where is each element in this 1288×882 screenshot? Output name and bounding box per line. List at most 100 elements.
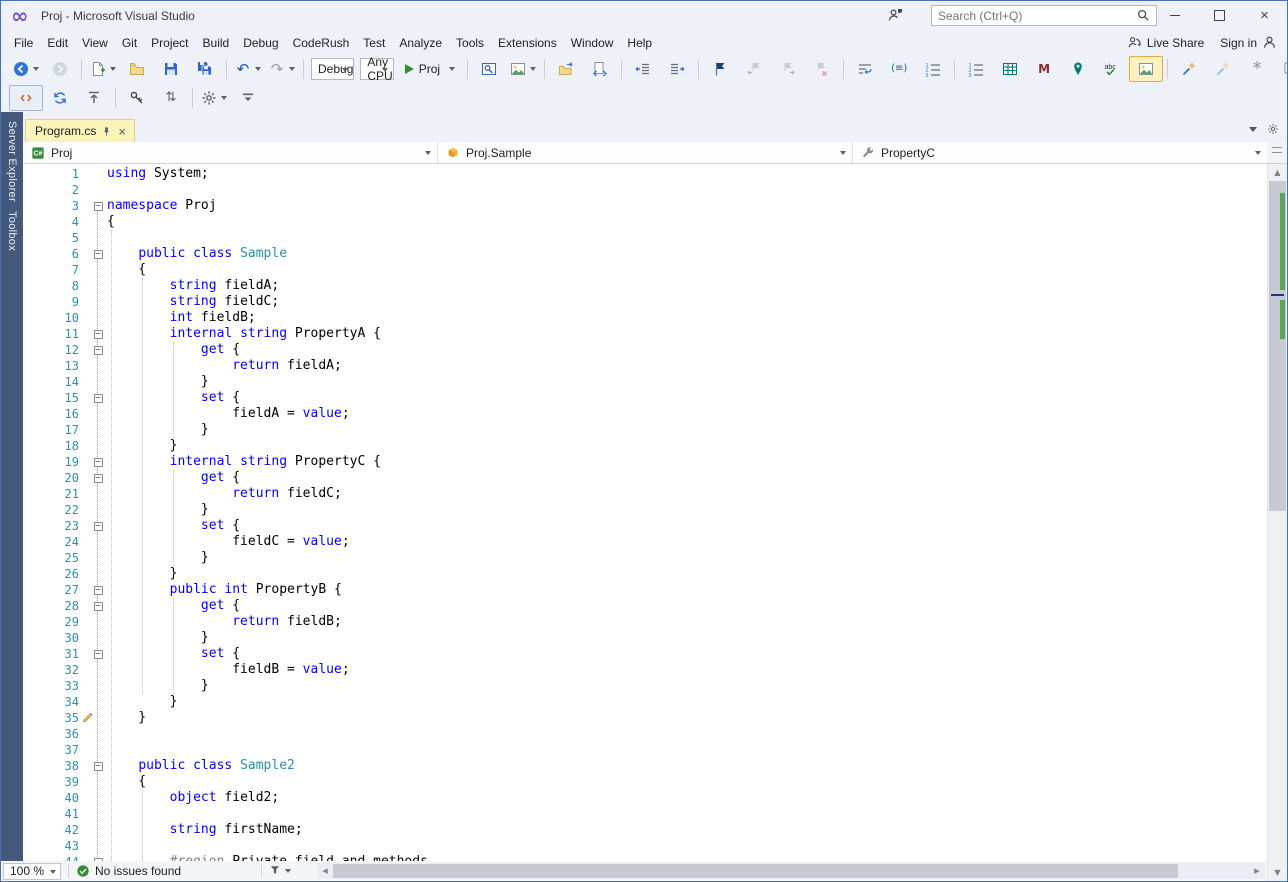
sync-with-active-document-icon[interactable] <box>583 56 617 82</box>
code-line-24[interactable]: 24 fieldC = value; <box>23 534 1267 550</box>
code-line-41[interactable]: 41 <box>23 806 1267 822</box>
scroll-up-icon[interactable]: ▲ <box>1268 164 1287 181</box>
code-line-17[interactable]: 17 } <box>23 422 1267 438</box>
zoom-control[interactable]: 100 % <box>3 862 61 880</box>
indent-increase-icon[interactable] <box>660 56 694 82</box>
menu-window[interactable]: Window <box>564 33 621 53</box>
code-line-43[interactable]: 43 <box>23 838 1267 854</box>
menu-view[interactable]: View <box>75 33 115 53</box>
navigate-backward-icon[interactable] <box>9 56 43 82</box>
minimize-button[interactable] <box>1152 1 1197 30</box>
chevron-down-icon[interactable] <box>1249 126 1257 132</box>
spell-check-icon[interactable]: abc <box>1095 56 1129 82</box>
code-fix-icon[interactable] <box>1206 56 1240 82</box>
menu-edit[interactable]: Edit <box>40 33 75 53</box>
editor-splitter-handle[interactable] <box>1267 142 1287 164</box>
open-file-icon[interactable] <box>120 56 154 82</box>
issues-filter-dropdown[interactable] <box>269 864 292 879</box>
fold-toggle-icon[interactable]: − <box>93 761 103 771</box>
next-bookmark-icon[interactable] <box>771 56 805 82</box>
code-line-32[interactable]: 32 fieldB = value; <box>23 662 1267 678</box>
undo-icon[interactable]: ↶ <box>231 56 265 82</box>
previous-bookmark-icon[interactable] <box>737 56 771 82</box>
menu-analyze[interactable]: Analyze <box>392 33 449 53</box>
code-line-1[interactable]: 1 using System; <box>23 166 1267 182</box>
code-line-30[interactable]: 30 } <box>23 630 1267 646</box>
word-wrap-icon[interactable] <box>848 56 882 82</box>
code-line-31[interactable]: 31 − set { <box>23 646 1267 662</box>
fold-toggle-icon[interactable]: − <box>93 601 103 611</box>
clear-bookmarks-icon[interactable] <box>805 56 839 82</box>
save-icon[interactable] <box>154 56 188 82</box>
find-in-files-icon[interactable] <box>472 56 506 82</box>
menu-debug[interactable]: Debug <box>236 33 285 53</box>
toggle-bookmark-icon[interactable] <box>703 56 737 82</box>
code-line-20[interactable]: 20 − get { <box>23 470 1267 486</box>
live-share-button[interactable]: Live Share <box>1127 35 1204 50</box>
code-line-21[interactable]: 21 return fieldC; <box>23 486 1267 502</box>
menu-project[interactable]: Project <box>144 33 195 53</box>
fold-toggle-icon[interactable]: − <box>93 457 103 467</box>
markdown-editor-icon[interactable]: M <box>1027 56 1061 82</box>
start-debugging-button[interactable]: Proj <box>397 62 463 76</box>
collapse-regions-icon[interactable] <box>77 85 111 111</box>
parameter-hints-icon[interactable]: (≡) <box>882 56 916 82</box>
quick-actions-icon[interactable] <box>1172 56 1206 82</box>
pin-icon[interactable] <box>101 126 112 137</box>
code-editor[interactable]: 1 using System; 2 3− namespace Proj 4{5 6− pub… <box>23 164 1267 861</box>
code-line-19[interactable]: 19 − internal string PropertyC { <box>23 454 1267 470</box>
code-line-25[interactable]: 25 } <box>23 550 1267 566</box>
code-line-9[interactable]: 9 string fieldC; <box>23 294 1267 310</box>
open-containing-folder-icon[interactable] <box>549 56 583 82</box>
code-line-13[interactable]: 13 return fieldA; <box>23 358 1267 374</box>
indent-decrease-icon[interactable] <box>626 56 660 82</box>
code-line-2[interactable]: 2 <box>23 182 1267 198</box>
options-gear-icon[interactable] <box>1267 123 1279 135</box>
code-line-23[interactable]: 23 − set { <box>23 518 1267 534</box>
format-table-icon[interactable] <box>993 56 1027 82</box>
code-line-7[interactable]: 7 { <box>23 262 1267 278</box>
settings-gear-icon[interactable] <box>197 85 231 111</box>
scroll-left-icon[interactable]: ◀ <box>317 863 333 879</box>
code-line-38[interactable]: 38 − public class Sample2 <box>23 758 1267 774</box>
code-line-15[interactable]: 15 − set { <box>23 390 1267 406</box>
code-line-8[interactable]: 8 string fieldA; <box>23 278 1267 294</box>
fold-toggle-icon[interactable]: − <box>93 473 103 483</box>
code-line-5[interactable]: 5 <box>23 230 1267 246</box>
solution-configurations-dropdown[interactable]: Debug <box>311 58 355 80</box>
close-button[interactable]: × <box>1242 1 1287 30</box>
code-line-11[interactable]: 11 − internal string PropertyA { <box>23 326 1267 342</box>
solution-platforms-dropdown[interactable]: Any CPU <box>360 55 394 83</box>
screenshot-icon[interactable] <box>506 56 540 82</box>
search-box[interactable] <box>931 5 1157 26</box>
fold-toggle-icon[interactable]: − <box>93 521 103 531</box>
project-dropdown[interactable]: C# Proj <box>23 142 438 163</box>
fold-toggle-icon[interactable]: − <box>93 201 103 211</box>
scroll-down-icon[interactable]: ▼ <box>1268 864 1287 881</box>
coderush-icon[interactable] <box>9 85 43 111</box>
maximize-button[interactable] <box>1197 1 1242 30</box>
scrollbar-thumb[interactable] <box>333 864 1179 878</box>
code-line-14[interactable]: 14 } <box>23 374 1267 390</box>
sync-icon[interactable] <box>43 85 77 111</box>
close-icon[interactable]: × <box>117 125 127 138</box>
sign-in-button[interactable]: Sign in <box>1220 35 1277 50</box>
code-line-26[interactable]: 26 } <box>23 566 1267 582</box>
code-line-6[interactable]: 6 − public class Sample <box>23 246 1267 262</box>
fold-toggle-icon[interactable]: − <box>93 585 103 595</box>
line-numbers-icon[interactable]: 123 <box>916 56 950 82</box>
no-issues-icon[interactable] <box>76 864 90 878</box>
duplicate-document-icon[interactable] <box>1274 56 1287 82</box>
code-cleanup-icon[interactable]: * <box>1240 56 1274 82</box>
image-preview-icon[interactable] <box>1129 56 1164 82</box>
move-updown-icon[interactable]: ⇅ <box>154 85 188 111</box>
code-line-36[interactable]: 36 <box>23 726 1267 742</box>
horizontal-scrollbar[interactable]: ◀ ▶ <box>317 863 1265 879</box>
redo-icon[interactable]: ↷ <box>265 56 299 82</box>
code-line-12[interactable]: 12 − get { <box>23 342 1267 358</box>
search-input[interactable] <box>932 7 1136 24</box>
side-tab-toolbox[interactable]: Toolbox <box>6 211 18 251</box>
menu-coderush[interactable]: CodeRush <box>286 33 357 53</box>
save-all-icon[interactable] <box>188 56 222 82</box>
scroll-right-icon[interactable]: ▶ <box>1249 863 1265 879</box>
